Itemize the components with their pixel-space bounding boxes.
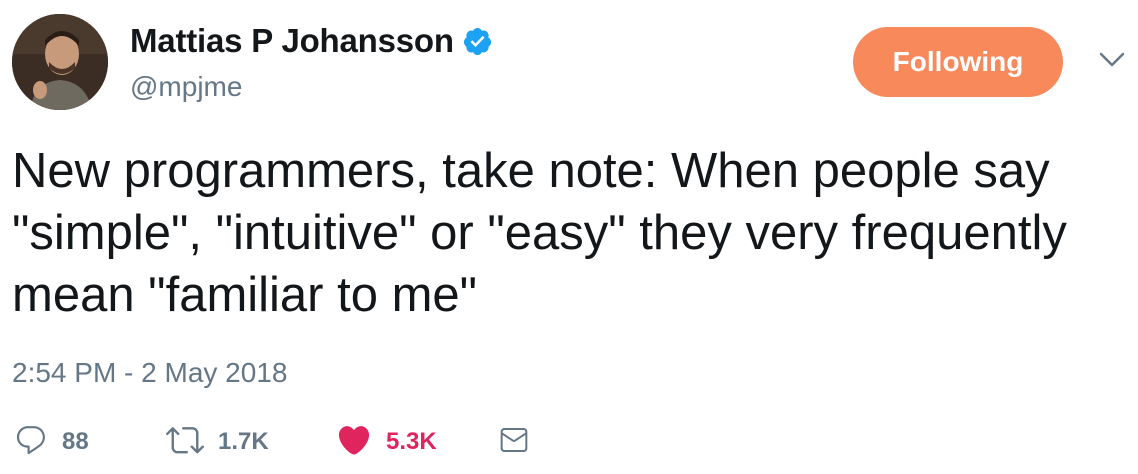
following-button[interactable]: Following bbox=[853, 27, 1063, 97]
tweet-text: New programmers, take note: When people … bbox=[12, 144, 1067, 322]
reply-count: 88 bbox=[62, 428, 89, 455]
tweet-actions: 88 1.7K 5.3K bbox=[14, 420, 614, 464]
verified-badge-icon bbox=[462, 26, 493, 57]
retweet-icon bbox=[166, 421, 204, 464]
avatar[interactable] bbox=[12, 14, 108, 110]
chevron-down-icon[interactable] bbox=[1098, 50, 1126, 70]
reply-icon bbox=[14, 423, 48, 462]
author-handle[interactable]: @mpjme bbox=[130, 71, 242, 103]
direct-message-button[interactable] bbox=[498, 420, 530, 464]
envelope-icon bbox=[498, 424, 530, 461]
heart-icon bbox=[336, 422, 372, 463]
like-button[interactable]: 5.3K bbox=[336, 420, 437, 464]
author-display-name[interactable]: Mattias P Johansson bbox=[130, 22, 454, 60]
author-name-row: Mattias P Johansson bbox=[130, 22, 493, 60]
reply-button[interactable]: 88 bbox=[14, 420, 89, 464]
tweet-timestamp[interactable]: 2:54 PM - 2 May 2018 bbox=[12, 357, 287, 389]
retweet-button[interactable]: 1.7K bbox=[166, 420, 269, 464]
retweet-count: 1.7K bbox=[218, 428, 269, 455]
like-count: 5.3K bbox=[386, 428, 437, 455]
